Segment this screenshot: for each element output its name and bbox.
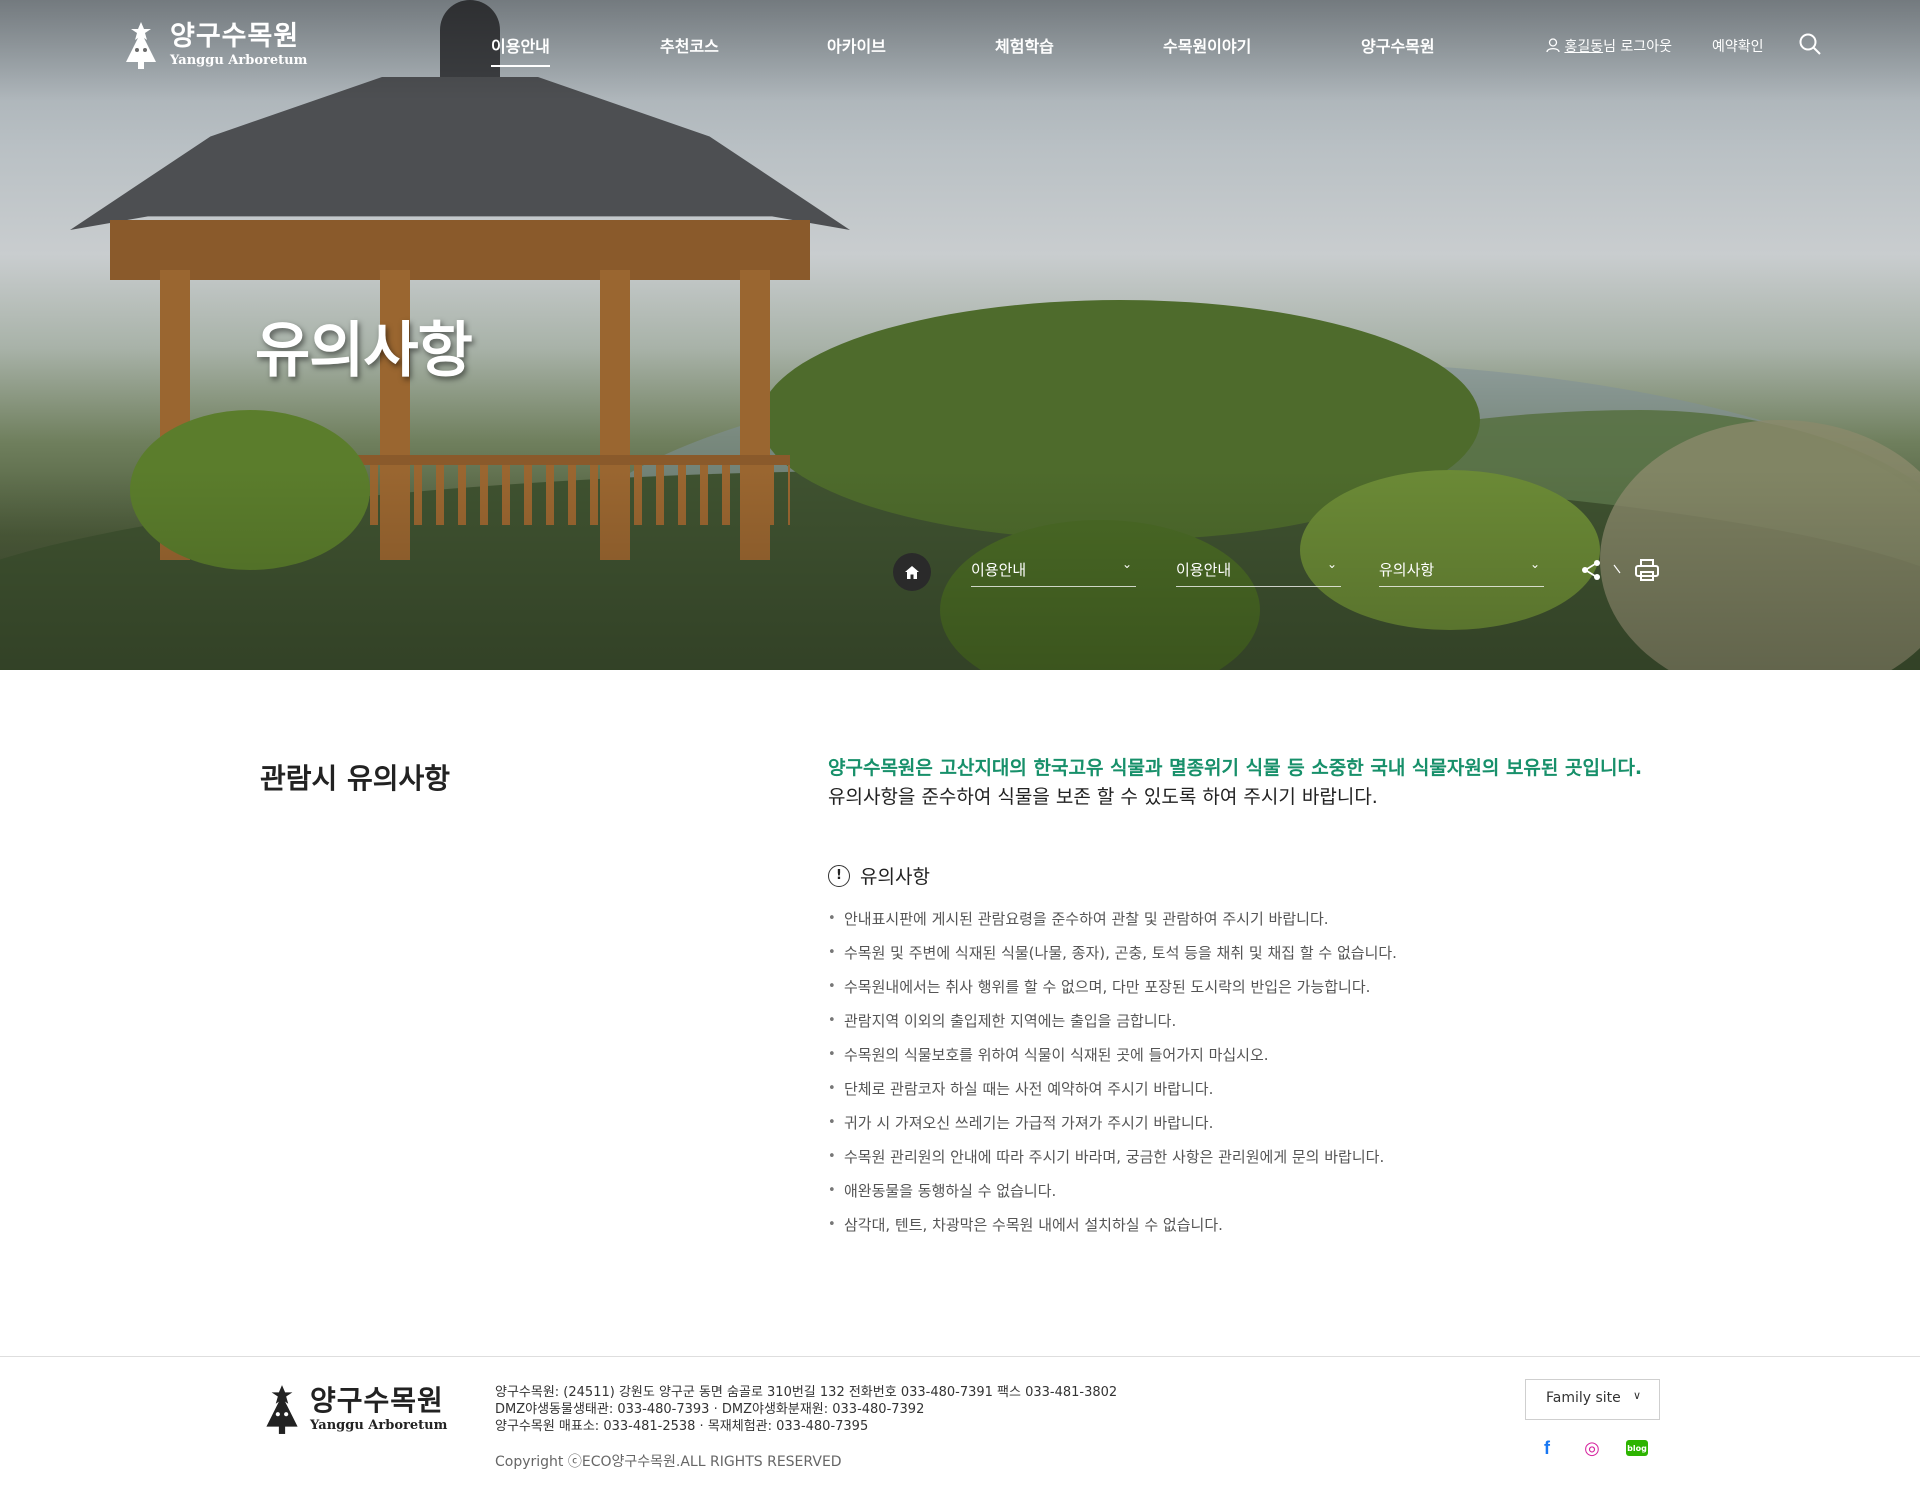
list-item: 애완동물을 동행하실 수 없습니다. — [828, 1180, 1397, 1214]
footer-logo-korean-text: 양구수목원 — [310, 1383, 444, 1417]
family-site-label: Family site — [1546, 1390, 1621, 1406]
footer-logo-english-text: Yanggu Arboretum — [310, 1417, 448, 1433]
footer-info-line: 양구수목원 매표소: 033-481-2538 · 목재체험관: 033-480… — [495, 1419, 869, 1434]
nav-item-recommended-course[interactable]: 추천코스 — [660, 33, 719, 57]
instagram-icon[interactable]: ◎ — [1581, 1437, 1603, 1459]
list-item: 삼각대, 텐트, 차광막은 수목원 내에서 설치하실 수 없습니다. — [828, 1214, 1397, 1248]
list-item: 관람지역 이외의 출입제한 지역에는 출입을 금합니다. — [828, 1010, 1397, 1044]
breadcrumb-depth2-label: 이용안내 — [1176, 561, 1232, 579]
list-item: 수목원의 식물보호를 위하여 식물이 식재된 곳에 들어가지 마십시오. — [828, 1044, 1397, 1078]
nav-item-yanggu-arboretum[interactable]: 양구수목원 — [1361, 33, 1435, 57]
logout-link[interactable]: 로그아웃 — [1620, 39, 1672, 55]
facebook-icon[interactable]: f — [1536, 1437, 1558, 1459]
share-icon[interactable] — [1579, 558, 1603, 582]
site-footer: 양구수목원 Yanggu Arboretum 양구수목원: (24511) 강원… — [0, 1356, 1920, 1512]
nav-item-usage-guide[interactable]: 이용안내 — [491, 33, 550, 67]
footer-info-line: 양구수목원: (24511) 강원도 양구군 동면 숨골로 310번길 132 … — [495, 1385, 1118, 1400]
site-header: 양구수목원 Yanggu Arboretum 이용안내 추천코스 아카이브 체험… — [0, 0, 1920, 90]
notice-list: 안내표시판에 게시된 관람요령을 준수하여 관찰 및 관람하여 주시기 바랍니다… — [828, 908, 1397, 1248]
list-item: 수목원내에서는 취사 행위를 할 수 없으며, 다만 포장된 도시락의 반입은 … — [828, 976, 1397, 1010]
family-site-select[interactable]: Family site ∨ — [1525, 1379, 1660, 1420]
reservation-check-link[interactable]: 예약확인 — [1712, 36, 1764, 56]
user-name[interactable]: 홍길동 — [1564, 39, 1603, 55]
notice-heading: ! 유의사항 — [828, 862, 930, 889]
footer-info-line: DMZ야생동물생태관: 033-480-7393 · DMZ야생화분재원: 03… — [495, 1402, 925, 1417]
home-button[interactable] — [893, 553, 931, 591]
separator-icon — [1613, 564, 1621, 574]
footer-contact-info: 양구수목원: (24511) 강원도 양구군 동면 숨골로 310번길 132 … — [495, 1384, 1117, 1435]
user-icon — [1546, 38, 1560, 53]
chevron-down-icon: ∨ — [1632, 1389, 1641, 1402]
lead-text-highlight: 양구수목원은 고산지대의 한국고유 식물과 멸종위기 식물 등 소중한 국내 식… — [828, 757, 1643, 779]
chevron-down-icon: ⌄ — [1121, 557, 1132, 571]
footer-logo: 양구수목원 Yanggu Arboretum — [260, 1383, 447, 1435]
search-icon[interactable] — [1798, 32, 1822, 56]
tree-logo-icon — [126, 22, 156, 69]
nav-item-archive[interactable]: 아카이브 — [827, 33, 886, 57]
breadcrumb-depth1-select[interactable]: 이용안내 ⌄ — [971, 555, 1136, 587]
logo-english-text: Yanggu Arboretum — [170, 53, 308, 68]
page-title: 유의사항 — [255, 316, 473, 386]
print-icon[interactable] — [1634, 558, 1660, 582]
list-item: 수목원 관리원의 안내에 따라 주시기 바라며, 궁금한 사항은 관리원에게 문… — [828, 1146, 1397, 1180]
nav-item-experience-learning[interactable]: 체험학습 — [995, 33, 1054, 57]
breadcrumb-depth3-label: 유의사항 — [1379, 561, 1435, 579]
lead-text: 유의사항을 준수하여 식물을 보존 할 수 있도록 하여 주시기 바랍니다. — [828, 786, 1378, 808]
breadcrumb-depth2-select[interactable]: 이용안내 ⌄ — [1176, 555, 1341, 587]
home-icon — [905, 565, 919, 579]
user-info: 홍길동님 로그아웃 — [1546, 36, 1672, 56]
user-suffix: 님 — [1603, 39, 1616, 55]
list-item: 수목원 및 주변에 식재된 식물(나물, 종자), 곤충, 토석 등을 채취 및… — [828, 942, 1397, 976]
nav-item-arboretum-story[interactable]: 수목원이야기 — [1163, 33, 1251, 57]
notice-heading-label: 유의사항 — [860, 866, 930, 888]
list-item: 단체로 관람코자 하실 때는 사전 예약하여 주시기 바랍니다. — [828, 1078, 1397, 1112]
breadcrumb-depth1-label: 이용안내 — [971, 561, 1027, 579]
exclamation-circle-icon: ! — [828, 864, 850, 887]
site-logo[interactable]: 양구수목원 Yanggu Arboretum — [120, 20, 307, 70]
blog-icon[interactable]: blog — [1626, 1440, 1648, 1456]
tree-logo-icon — [266, 1385, 298, 1434]
logo-korean-text: 양구수목원 — [170, 21, 300, 52]
chevron-down-icon: ⌄ — [1529, 557, 1540, 571]
list-item: 귀가 시 가져오신 쓰레기는 가급적 가져가 주시기 바랍니다. — [828, 1112, 1397, 1146]
chevron-down-icon: ⌄ — [1326, 557, 1337, 571]
section-title: 관람시 유의사항 — [260, 762, 451, 795]
breadcrumb-depth3-select[interactable]: 유의사항 ⌄ — [1379, 555, 1544, 587]
copyright: Copyright ⓒECO양구수목원.ALL RIGHTS RESERVED — [495, 1454, 842, 1470]
list-item: 안내표시판에 게시된 관람요령을 준수하여 관찰 및 관람하여 주시기 바랍니다… — [828, 908, 1397, 942]
